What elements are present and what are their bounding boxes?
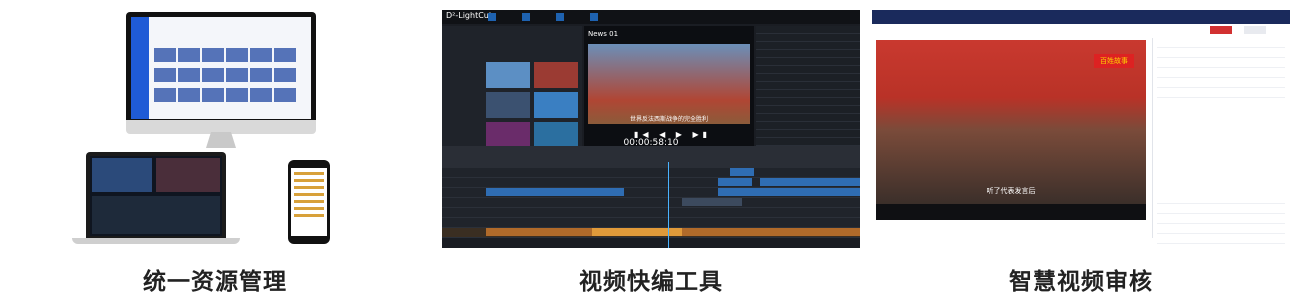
toolbar-tab[interactable] (590, 13, 598, 21)
toolbar-tab[interactable] (556, 13, 564, 21)
top-nav (872, 10, 1290, 24)
laptop (72, 152, 240, 244)
monitor-stand (206, 132, 236, 148)
timeline-clip[interactable] (730, 168, 754, 176)
laptop-base (72, 238, 240, 244)
preview-video[interactable]: 世界反法西斯战争的完全胜利 (588, 44, 750, 124)
timeline-track (442, 208, 860, 218)
desktop-monitor (126, 12, 316, 134)
app-logo: D²-LightCut (446, 11, 493, 20)
timeline-toolbar (442, 146, 860, 168)
media-tile[interactable] (486, 62, 530, 88)
preview-viewer: News 01 世界反法西斯战争的完全胜利 ▮◀ ◀ ▶ ▶▮ (584, 26, 754, 146)
toolbar-tab[interactable] (522, 13, 530, 21)
review-subtitle: 听了代表发言后 (986, 187, 1036, 195)
review-video[interactable]: 百姓故事 听了代表发言后 (876, 40, 1146, 204)
playhead[interactable] (668, 162, 669, 248)
media-tile[interactable] (534, 92, 578, 118)
video-editor-panel: D²-LightCut News 01 世界反法西斯战争的完全胜利 ▮◀ ◀ ▶… (442, 10, 860, 248)
mobile-phone (288, 160, 330, 244)
video-subtitle: 世界反法西斯战争的完全胜利 (629, 116, 708, 123)
toolbar-tab[interactable] (488, 13, 496, 21)
timeline-clip[interactable] (718, 178, 752, 186)
thumbnail-grid (153, 47, 307, 107)
timeline-track (442, 188, 860, 198)
editor-topbar: D²-LightCut (442, 10, 860, 24)
caption-video-review: 智慧视频审核 (1009, 269, 1153, 295)
media-tile[interactable] (534, 62, 578, 88)
timeline-clip[interactable] (718, 188, 860, 196)
subtitle-track (442, 228, 860, 238)
clip-title: News 01 (588, 30, 619, 38)
media-tile[interactable] (486, 92, 530, 118)
timeline-track (442, 178, 860, 188)
action-button[interactable] (1244, 26, 1266, 34)
timeline-clip[interactable] (486, 188, 624, 196)
video-review-panel: 百姓故事 听了代表发言后 (872, 10, 1290, 248)
caption-resource-management: 统一资源管理 (143, 269, 287, 295)
clip-info (876, 222, 1146, 242)
action-button[interactable] (1210, 26, 1232, 34)
laptop-screen (90, 156, 222, 236)
app-sidebar (131, 17, 149, 119)
timeline-track (442, 198, 860, 208)
caption-quick-edit: 视频快编工具 (579, 269, 723, 295)
resource-management-panel (6, 10, 424, 248)
shot-list (756, 26, 860, 146)
timeline-track (442, 218, 860, 228)
desktop-screen (131, 17, 311, 119)
media-library (442, 26, 582, 148)
review-sidebar (1152, 38, 1289, 244)
program-badge: 百姓故事 (1094, 54, 1134, 68)
review-player-controls[interactable] (876, 204, 1146, 220)
timeline-track (442, 168, 860, 178)
timeline-clip[interactable] (682, 198, 742, 206)
timeline-clip[interactable] (760, 178, 860, 186)
phone-screen (291, 168, 327, 236)
